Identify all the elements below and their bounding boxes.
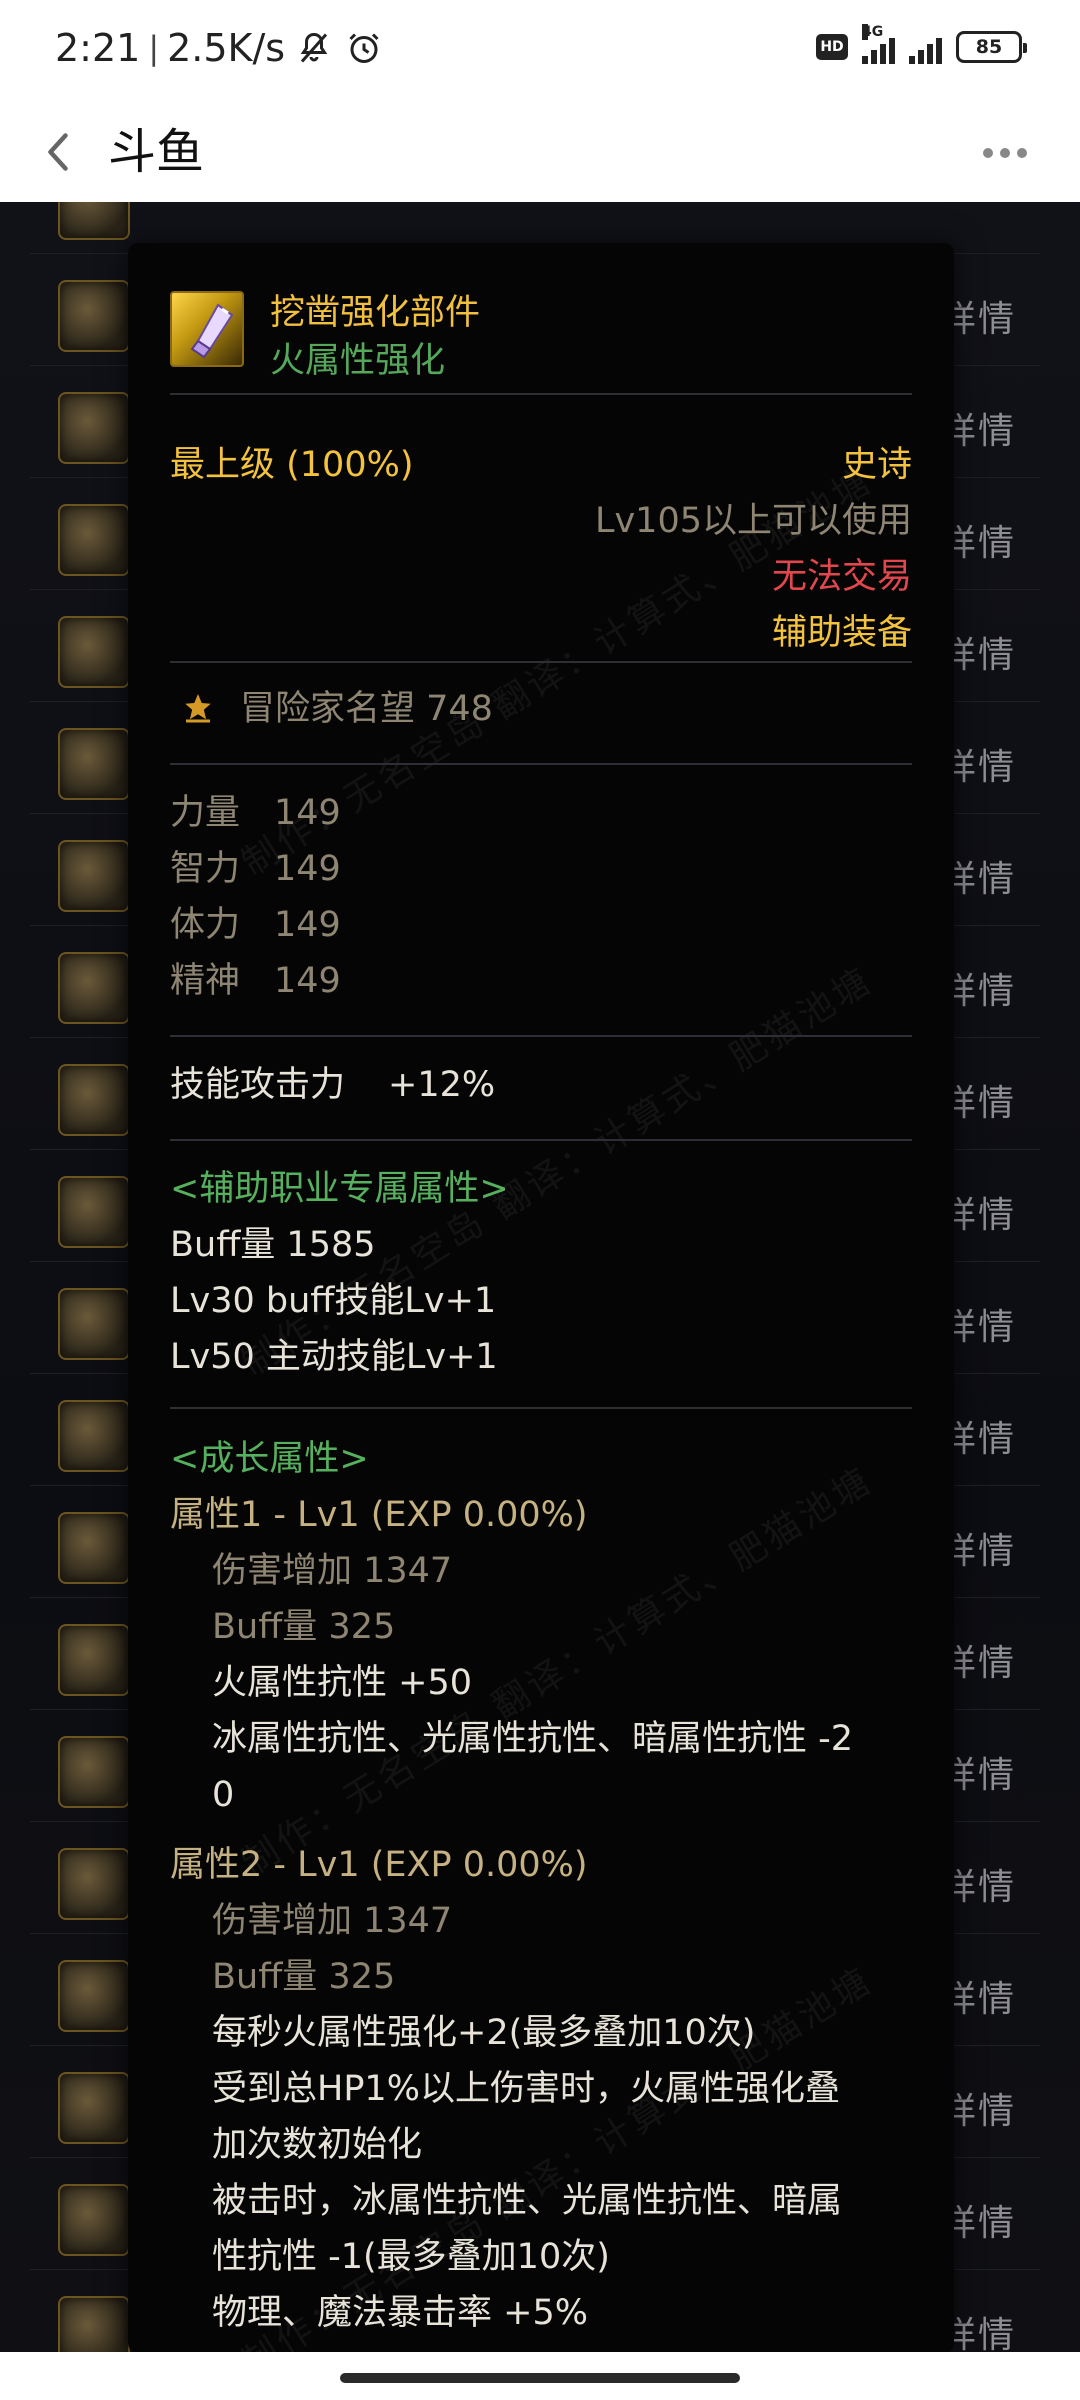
item-subtitle: 火属性强化 [270, 341, 446, 381]
item-icon [58, 728, 130, 800]
item-icon [58, 1512, 130, 1584]
divider [170, 1139, 912, 1141]
fame-icon [178, 689, 218, 729]
item-icon [58, 1288, 130, 1360]
attr2-line: 加次数初始化 [212, 2125, 423, 2165]
skill-attack-name: 技能攻击力 [170, 1065, 346, 1105]
divider [170, 393, 912, 395]
divider [170, 661, 912, 663]
item-icon [58, 1400, 130, 1472]
attr2-title: 属性2 - Lv1 (EXP 0.00%) [170, 1845, 588, 1885]
attr2-line: 性抗性 -1(最多叠加10次) [212, 2237, 610, 2277]
attr1-line: 0 [212, 1775, 235, 1815]
signal-icon [909, 30, 942, 64]
item-icon [58, 202, 130, 240]
network-speed: 2.5K/s [167, 26, 286, 70]
support-header: <辅助职业专属属性> [170, 1169, 509, 1209]
support-line: Buff量 1585 [170, 1225, 376, 1265]
mute-bell-icon [293, 27, 335, 69]
item-icon [58, 952, 130, 1024]
trade-status: 无法交易 [771, 557, 912, 597]
item-icon [58, 1960, 130, 2032]
attr1-damage: 伤害增加 1347 [212, 1551, 453, 1591]
battery-level: 85 [975, 36, 1003, 58]
alarm-icon [343, 27, 385, 69]
fame-value: 冒险家名望 748 [240, 689, 493, 729]
stat-value: 149 [274, 849, 341, 889]
stat-value: 149 [274, 793, 341, 833]
item-icon [58, 2296, 130, 2352]
separator: | [148, 29, 160, 67]
stat-name: 精神 [170, 961, 241, 1001]
item-icon [58, 1176, 130, 1248]
back-button[interactable] [30, 124, 86, 180]
item-icon [58, 840, 130, 912]
rarity-label: 史诗 [841, 445, 912, 485]
item-tooltip: 制作：无名空岛 翻译：计算式、肥猫池塘 制作：无名空岛 翻译：计算式、肥猫池塘 … [128, 243, 954, 2353]
skill-attack-value: +12% [388, 1065, 496, 1105]
stat-name: 力量 [170, 793, 241, 833]
stat-value: 149 [274, 961, 341, 1001]
clock: 2:21 [55, 26, 141, 70]
attr2-damage: 伤害增加 1347 [212, 1901, 453, 1941]
attr2-line: 受到总HP1%以上伤害时，火属性强化叠 [212, 2069, 840, 2109]
divider [170, 1035, 912, 1037]
item-icon [58, 616, 130, 688]
screen: { "status_bar": { "time": "2:21", "separ… [0, 0, 1080, 2400]
more-dots-icon [983, 148, 993, 158]
level-requirement: Lv105以上可以使用 [594, 501, 912, 541]
item-icon [58, 1064, 130, 1136]
hd-icon: HD [816, 34, 848, 60]
item-icon [58, 504, 130, 576]
item-icon [58, 2184, 130, 2256]
slot-type: 辅助装备 [771, 613, 912, 653]
support-line: Lv50 主动技能Lv+1 [170, 1337, 498, 1377]
support-line: Lv30 buff技能Lv+1 [170, 1281, 497, 1321]
stat-name: 智力 [170, 849, 241, 889]
tooltip-header: 挖凿强化部件 火属性强化 [170, 291, 912, 383]
divider [170, 1407, 912, 1409]
item-icon [58, 1624, 130, 1696]
stat-value: 149 [274, 905, 341, 945]
item-icon [58, 1736, 130, 1808]
attr1-line: 冰属性抗性、光属性抗性、暗属性抗性 -2 [212, 1719, 854, 1759]
item-icon [58, 2072, 130, 2144]
nav-bar: 斗鱼 [0, 100, 1080, 202]
attr1-buff: Buff量 325 [212, 1607, 396, 1647]
chisel-icon [170, 291, 244, 367]
attr2-buff: Buff量 325 [212, 1957, 396, 1997]
network-type: 4G [862, 24, 884, 40]
chevron-left-icon [48, 133, 68, 171]
status-right: HD 4G 85 [816, 24, 1027, 64]
attr1-title: 属性1 - Lv1 (EXP 0.00%) [170, 1495, 588, 1535]
attr2-line: 物理、魔法暴击率 +5% [212, 2293, 588, 2333]
page-title: 斗鱼 [108, 124, 205, 180]
attr2-line: 被击时，冰属性抗性、光属性抗性、暗属 [212, 2181, 843, 2221]
item-icon [58, 392, 130, 464]
growth-header: <成长属性> [170, 1439, 369, 1479]
divider [170, 763, 912, 765]
gesture-bar[interactable] [340, 2373, 740, 2383]
battery-icon: 85 [956, 31, 1027, 63]
attr1-line: 火属性抗性 +50 [212, 1663, 472, 1703]
attr2-line: 每秒火属性强化+2(最多叠加10次) [212, 2013, 756, 2053]
status-bar: 2:21 | 2.5K/s HD 4G 85 [0, 0, 1080, 100]
stat-name: 体力 [170, 905, 241, 945]
item-icon [58, 280, 130, 352]
signal-4g-icon: 4G [862, 24, 895, 64]
grade-label: 最上级 (100%) [170, 445, 414, 485]
status-left: 2:21 | 2.5K/s [55, 26, 385, 70]
item-name: 挖凿强化部件 [270, 293, 481, 333]
item-icon [58, 1848, 130, 1920]
more-options-button[interactable] [970, 128, 1040, 178]
